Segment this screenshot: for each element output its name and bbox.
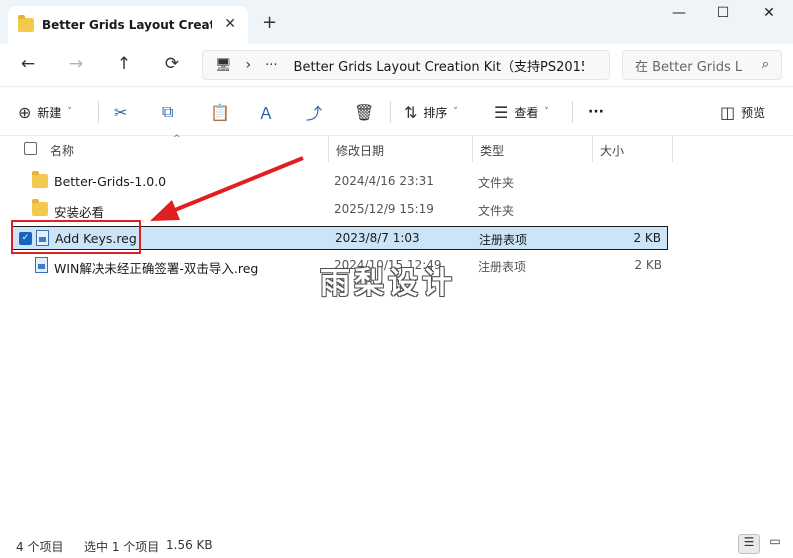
details-view-button[interactable]: ☰ <box>738 534 760 554</box>
annotation-arrow-head <box>150 200 180 221</box>
tiles-view-button[interactable]: ▭ <box>764 534 786 554</box>
item-count: 4 个项目 <box>16 540 64 554</box>
watermark-text: 雨梨设计 <box>320 266 456 301</box>
selection-size: 1.56 KB <box>166 538 213 552</box>
selection-count: 选中 1 个项目 <box>84 540 160 554</box>
status-bar: 4 个项目 选中 1 个项目 1.56 KB ☰ ▭ <box>0 530 793 558</box>
annotation-arrow-shaft <box>169 156 304 214</box>
